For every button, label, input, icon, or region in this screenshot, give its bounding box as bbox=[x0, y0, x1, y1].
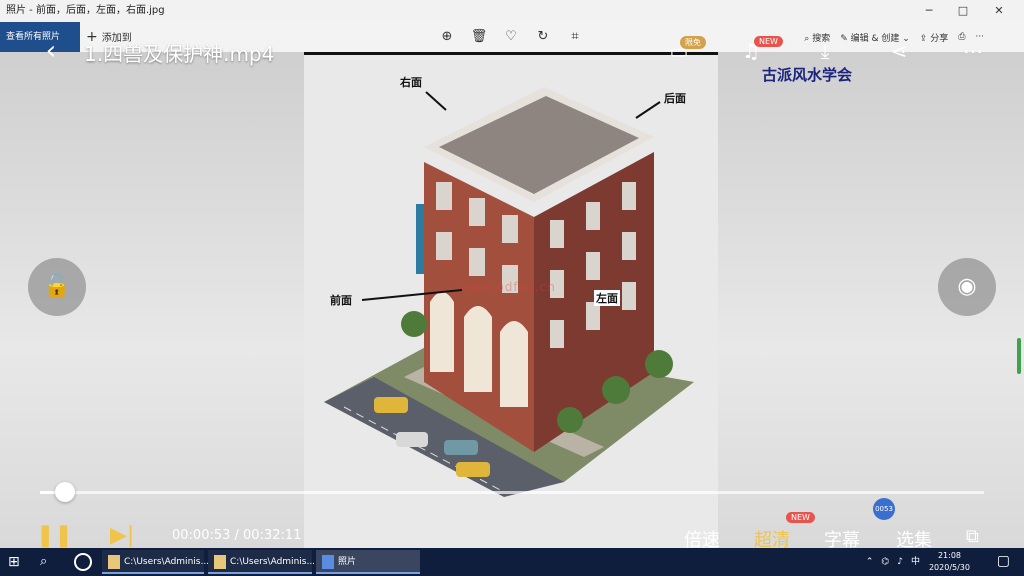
ime-indicator[interactable]: 中 bbox=[911, 552, 920, 572]
pause-icon[interactable]: ❚❚ bbox=[36, 523, 73, 548]
clock-time: 21:08 bbox=[937, 551, 962, 560]
share-button[interactable]: ⇪ 分享 bbox=[920, 31, 948, 44]
taskbar-app-photos[interactable]: 照片 bbox=[316, 550, 420, 574]
zoom-icon[interactable]: ⊕ bbox=[438, 28, 456, 46]
brand-watermark: 古派风水学会 bbox=[762, 66, 853, 84]
free-badge: 限免 bbox=[680, 36, 706, 49]
cortana-icon[interactable] bbox=[74, 553, 92, 571]
download-icon[interactable]: ⤓ bbox=[808, 34, 842, 68]
playback-time: 00:00:53 / 00:32:11 bbox=[172, 528, 302, 543]
taskbar-app-explorer-2[interactable]: C:\Users\Adminis... bbox=[208, 550, 316, 574]
pip-icon[interactable]: ⧉ bbox=[966, 526, 979, 547]
label-back: 后面 bbox=[664, 92, 686, 105]
next-episode-icon[interactable]: ▶| bbox=[110, 523, 134, 548]
video-player[interactable]: 右面 后面 前面 左面 www.pdfxx.cn ‹ 1.四兽及保护神.mp4 … bbox=[0, 36, 1024, 548]
more-options-icon[interactable]: ⋯ bbox=[956, 34, 990, 68]
network-icon[interactable]: ⌬ bbox=[881, 552, 889, 572]
tray-expand-icon[interactable]: ⌃ bbox=[866, 552, 874, 572]
back-button[interactable]: ‹ bbox=[36, 34, 66, 68]
crop-icon[interactable]: ⌗ bbox=[566, 28, 584, 46]
building-illustration bbox=[324, 87, 694, 497]
label-right: 右面 bbox=[400, 76, 422, 89]
image-tools: ⊕ 🗑 ♡ ↻ ⌗ bbox=[438, 28, 584, 46]
floating-ball[interactable]: 0053 bbox=[873, 498, 895, 520]
taskbar-app-label: C:\Users\Adminis... bbox=[230, 557, 316, 567]
folder-icon bbox=[108, 555, 120, 569]
photos-icon bbox=[322, 555, 334, 569]
taskbar-app-explorer-1[interactable]: C:\Users\Adminis... bbox=[102, 550, 209, 574]
video-title: 1.四兽及保护神.mp4 bbox=[84, 42, 275, 66]
window-title: 照片 - 前面，后面，左面，右面.jpg bbox=[6, 5, 165, 16]
taskbar-clock[interactable]: 21:08 2020/5/30 bbox=[929, 550, 970, 574]
folder-icon bbox=[214, 555, 226, 569]
camera-icon[interactable]: ◉ bbox=[938, 258, 996, 316]
unlock-icon[interactable]: 🔓 bbox=[28, 258, 86, 316]
taskbar-app-label: 照片 bbox=[338, 557, 357, 567]
close-button[interactable]: ✕ bbox=[982, 0, 1016, 22]
share-icon[interactable]: ⋖ bbox=[882, 34, 916, 68]
favorite-icon[interactable]: ♡ bbox=[502, 28, 520, 46]
volume-icon[interactable]: ♪ bbox=[897, 552, 903, 572]
window-titlebar: 照片 - 前面，后面，左面，右面.jpg ─ □ ✕ bbox=[0, 0, 1024, 22]
clock-date: 2020/5/30 bbox=[928, 563, 970, 572]
watermark: www.pdfxx.cn bbox=[460, 280, 556, 294]
delete-icon[interactable]: 🗑 bbox=[470, 28, 488, 46]
label-front: 前面 bbox=[330, 294, 352, 307]
system-tray: ⌃ ⌬ ♪ 中 bbox=[866, 552, 920, 572]
share-label: 分享 bbox=[930, 33, 949, 44]
label-left: 左面 bbox=[594, 290, 620, 306]
maximize-button[interactable]: □ bbox=[946, 0, 980, 22]
video-frame bbox=[304, 52, 718, 548]
new-badge: NEW bbox=[754, 36, 783, 47]
side-scroll-indicator[interactable] bbox=[1017, 338, 1021, 374]
taskbar-app-label: C:\Users\Adminis... bbox=[124, 557, 210, 567]
windows-taskbar: ⊞ ⌕ C:\Users\Adminis... C:\Users\Adminis… bbox=[0, 548, 1024, 576]
progress-track[interactable] bbox=[40, 491, 984, 494]
frame-top-bar bbox=[304, 52, 718, 55]
notification-icon[interactable]: ▢ bbox=[997, 553, 1010, 569]
minimize-button[interactable]: ─ bbox=[912, 0, 946, 22]
search-icon[interactable]: ⌕ bbox=[40, 554, 47, 569]
quality-new-badge: NEW bbox=[786, 512, 815, 523]
rotate-icon[interactable]: ↻ bbox=[534, 28, 552, 46]
windows-logo-icon[interactable]: ⊞ bbox=[8, 554, 24, 570]
